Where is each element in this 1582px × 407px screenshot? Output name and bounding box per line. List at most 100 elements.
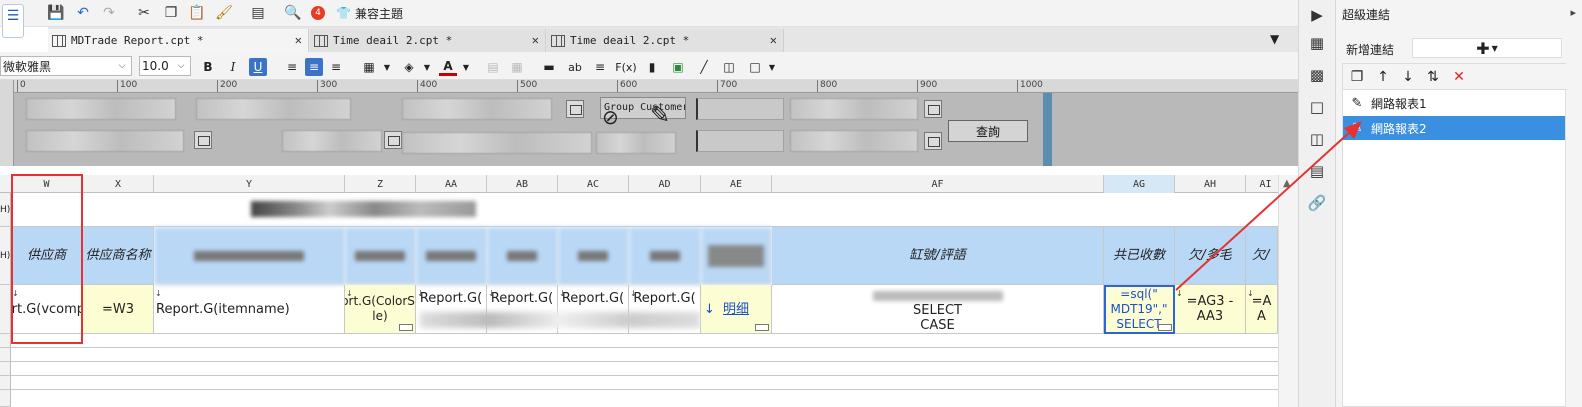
date-picker-icon[interactable]: [566, 100, 584, 118]
cut-icon[interactable]: ✂: [133, 3, 155, 23]
preview-icon[interactable]: 🔍: [282, 3, 304, 23]
tab-time-deail-2[interactable]: Time deail 2.cpt * ✕: [547, 29, 784, 52]
scroll-up-icon[interactable]: ▲: [1283, 178, 1291, 189]
cell-attributes-icon[interactable]: ▦: [1306, 32, 1328, 54]
column-header-y[interactable]: Y: [154, 175, 345, 193]
param-field[interactable]: [402, 98, 552, 120]
column-header-ae[interactable]: AE: [701, 175, 772, 193]
value-cell-ag[interactable]: =sql(" MDT19"," SELECT: [1104, 285, 1175, 334]
column-header-af[interactable]: AF: [772, 175, 1104, 193]
row-header[interactable]: [0, 334, 11, 348]
compat-theme-button[interactable]: 👕 兼容主題: [336, 3, 403, 23]
header-cell-ah[interactable]: 欠/多毛: [1175, 227, 1246, 285]
save-icon[interactable]: 💾: [45, 3, 67, 23]
align-right-icon[interactable]: ≡: [327, 58, 345, 76]
row-header[interactable]: [0, 285, 11, 334]
column-header-ab[interactable]: AB: [487, 175, 558, 193]
chevron-down-icon[interactable]: ▼: [378, 58, 396, 76]
link-item[interactable]: ✎ 網路報表1: [1343, 91, 1565, 115]
underline-icon[interactable]: U: [249, 58, 267, 76]
notification-badge[interactable]: 4: [311, 6, 325, 20]
value-cell-ah[interactable]: ↓ =AG3 - AA3: [1175, 285, 1246, 334]
text-icon[interactable]: ab: [566, 58, 584, 76]
column-header-ah[interactable]: AH: [1175, 175, 1246, 193]
bold-icon[interactable]: B: [199, 58, 217, 76]
column-header-ac[interactable]: AC: [558, 175, 629, 193]
param-field[interactable]: [26, 98, 176, 120]
date-picker-icon[interactable]: [384, 131, 402, 149]
param-field[interactable]: [790, 130, 918, 152]
chevron-down-icon[interactable]: ▼: [457, 58, 475, 76]
title-row[interactable]: [11, 193, 1278, 227]
chevron-down-icon[interactable]: ▼: [763, 58, 781, 76]
column-header-aa[interactable]: AA: [416, 175, 487, 193]
column-header-ad[interactable]: AD: [629, 175, 701, 193]
hyperlink-icon[interactable]: 🔗: [1306, 192, 1328, 214]
header-cell-ac[interactable]: [558, 227, 629, 285]
collapse-right-icon[interactable]: ▶: [1306, 4, 1328, 26]
close-icon[interactable]: ✕: [770, 33, 777, 47]
insert-widget-icon[interactable]: ▬: [540, 58, 558, 76]
font-size-select[interactable]: 10.0 ⌵: [139, 56, 191, 76]
tab-menu-icon[interactable]: ▼: [1270, 32, 1279, 46]
tab-time-deail-1[interactable]: Time deail 2.cpt * ✕: [310, 29, 546, 52]
close-icon[interactable]: ✕: [295, 33, 302, 47]
value-cell-ae[interactable]: ↓ 明细: [701, 285, 772, 334]
param-field[interactable]: [282, 130, 382, 152]
copy-icon[interactable]: ❐: [1347, 67, 1367, 87]
undo-icon[interactable]: ↶: [72, 3, 94, 23]
header-cell-ad[interactable]: [629, 227, 701, 285]
empty-row[interactable]: [11, 362, 1278, 376]
vertical-scrollbar[interactable]: ▲: [1278, 175, 1298, 407]
header-cell-ae[interactable]: [701, 227, 772, 285]
header-cell-ag[interactable]: 共已收數: [1104, 227, 1175, 285]
frame-icon[interactable]: □: [746, 58, 764, 76]
column-header-ag[interactable]: AG: [1104, 175, 1175, 193]
header-cell-z[interactable]: [345, 227, 416, 285]
row-header[interactable]: H): [0, 227, 11, 285]
header-cell-ab[interactable]: [487, 227, 558, 285]
value-cell-x[interactable]: =W3: [83, 285, 154, 334]
delete-icon[interactable]: ✕: [1449, 67, 1469, 87]
split-cells-icon[interactable]: ▦: [508, 58, 526, 76]
subreport-icon[interactable]: ◫: [720, 58, 738, 76]
close-icon[interactable]: ✕: [532, 33, 539, 47]
italic-icon[interactable]: I: [224, 58, 242, 76]
formula-icon[interactable]: F(x): [615, 58, 636, 76]
column-header-x[interactable]: X: [83, 175, 154, 193]
param-field[interactable]: [26, 130, 184, 152]
collapse-icon[interactable]: ▸: [1570, 6, 1576, 19]
chevron-down-icon[interactable]: ▼: [418, 58, 436, 76]
empty-row[interactable]: [11, 376, 1278, 390]
template-icon[interactable]: ▤: [247, 3, 269, 23]
empty-row[interactable]: [11, 390, 1278, 407]
font-color-icon[interactable]: A: [439, 58, 457, 76]
row-header[interactable]: [0, 376, 11, 390]
param-field[interactable]: [402, 132, 592, 154]
redo-icon[interactable]: ↷: [98, 3, 120, 23]
row-header[interactable]: [0, 362, 11, 376]
header-cell-ai[interactable]: 欠/: [1246, 227, 1278, 285]
move-down-icon[interactable]: ↓: [1398, 67, 1418, 87]
group-customer-input[interactable]: [696, 98, 784, 120]
header-cell-y[interactable]: [154, 227, 345, 285]
row-header[interactable]: H): [0, 193, 11, 227]
eye-hidden-icon[interactable]: ⊘: [602, 105, 619, 129]
query-button[interactable]: 查詢: [948, 120, 1028, 142]
panel-resize-handle[interactable]: [1043, 93, 1052, 166]
copy-icon[interactable]: ❐: [160, 3, 182, 23]
align-center-icon[interactable]: ≡: [305, 58, 323, 76]
cell-element-icon[interactable]: □: [1306, 96, 1328, 118]
paste-icon[interactable]: 📋: [186, 3, 208, 23]
date-picker-icon[interactable]: [924, 100, 942, 118]
empty-row[interactable]: [11, 348, 1278, 362]
param-field[interactable]: [196, 98, 351, 120]
sort-icon[interactable]: ⇅: [1423, 67, 1443, 87]
param-input[interactable]: [696, 130, 784, 152]
move-up-icon[interactable]: ↑: [1373, 67, 1393, 87]
app-menu-icon[interactable]: ☰: [2, 4, 24, 38]
format-painter-icon[interactable]: 🖌: [213, 3, 235, 23]
empty-row[interactable]: [11, 334, 1278, 348]
dropdown-icon[interactable]: [924, 132, 942, 150]
header-cell-af[interactable]: 缸號/評語: [772, 227, 1104, 285]
